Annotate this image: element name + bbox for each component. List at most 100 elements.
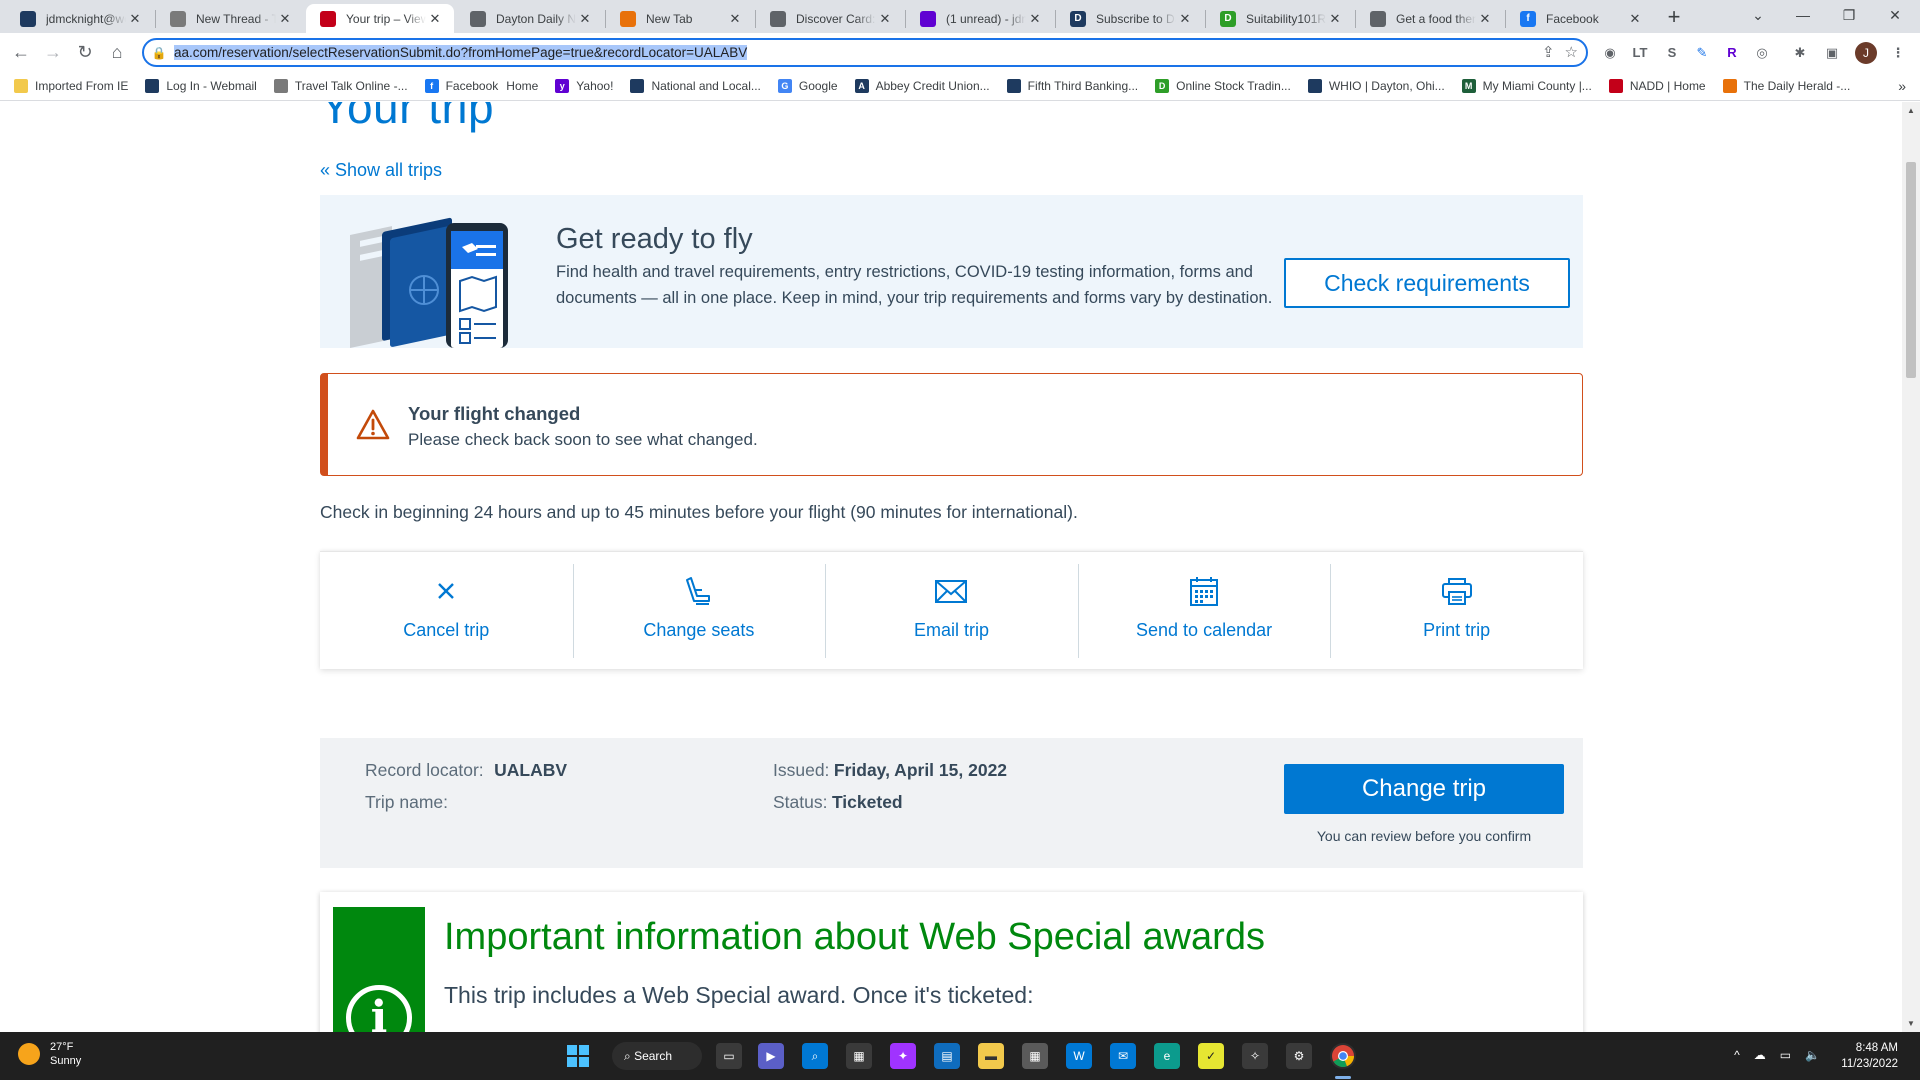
bookmark-item[interactable]: Home (506, 79, 538, 93)
sticky-notes-icon[interactable]: ✓ (1198, 1043, 1224, 1069)
print-trip-label: Print trip (1423, 620, 1491, 640)
windows-start-icon[interactable] (564, 1042, 592, 1070)
share-icon[interactable]: ⇪ (1542, 43, 1555, 61)
profile-avatar[interactable]: J (1855, 42, 1877, 64)
calculator-icon[interactable]: ▦ (1022, 1043, 1048, 1069)
show-all-trips-link[interactable]: « Show all trips (320, 160, 442, 181)
weather-widget[interactable]: 27°F Sunny (18, 1040, 81, 1068)
task-view-icon[interactable]: ▭ (716, 1043, 742, 1069)
tab-close-icon[interactable]: ✕ (1026, 11, 1044, 27)
word-icon[interactable]: W (1066, 1043, 1092, 1069)
tab-close-icon[interactable]: ✕ (726, 11, 744, 27)
change-trip-button[interactable]: Change trip (1284, 764, 1564, 814)
extension-s-icon[interactable]: S (1662, 43, 1682, 63)
tab-close-icon[interactable]: ✕ (1176, 11, 1194, 27)
bookmark-item[interactable]: Log In - Webmail (145, 78, 257, 93)
browser-tab[interactable]: Dayton Daily Ne ✕ (456, 4, 604, 33)
extension-adblock-icon[interactable]: ◉ (1600, 43, 1620, 63)
browser-tab[interactable]: (1 unread) - jdm ✕ (906, 4, 1054, 33)
reload-icon[interactable]: ↻ (72, 39, 98, 65)
zoom-search-icon[interactable]: ⌕ (802, 1043, 828, 1069)
mail-icon[interactable]: ✉ (1110, 1043, 1136, 1069)
back-arrow-icon[interactable]: ← (8, 39, 34, 65)
extension-ghost-icon[interactable]: ◎ (1752, 43, 1772, 63)
tab-close-icon[interactable]: ✕ (1626, 11, 1644, 27)
menu-kebab-icon[interactable]: ⋮ (1888, 43, 1908, 63)
network-icon[interactable]: ▭ (1780, 1048, 1791, 1062)
bookmark-item[interactable]: The Daily Herald -... (1722, 78, 1850, 93)
tab-close-icon[interactable]: ✕ (876, 11, 894, 27)
tray-chevron-up-icon[interactable]: ^ (1734, 1048, 1740, 1062)
change-seats-action[interactable]: Change seats (572, 552, 826, 669)
taskbar-clock[interactable]: 8:48 AM 11/23/2022 (1841, 1040, 1898, 1072)
scroll-down-arrow-icon[interactable]: ▼ (1902, 1019, 1920, 1028)
tab-close-icon[interactable]: ✕ (1326, 11, 1344, 27)
browser-tab[interactable]: Your trip – View ✕ (306, 4, 454, 33)
tab-close-icon[interactable]: ✕ (576, 11, 594, 27)
address-bar[interactable]: 🔒 aa.com/reservation/selectReservationSu… (142, 38, 1588, 67)
teams-icon[interactable]: ▶ (758, 1043, 784, 1069)
browser-tab[interactable]: f Facebook ✕ (1506, 4, 1654, 33)
browser-tab[interactable]: jdmcknight@wo ✕ (6, 4, 154, 33)
bookmark-item[interactable]: WHIO | Dayton, Ohi... (1307, 78, 1445, 93)
url-text[interactable]: aa.com/reservation/selectReservationSubm… (174, 45, 748, 60)
taskbar-search[interactable]: ⌕ Search (612, 1042, 702, 1070)
photos-icon[interactable]: ✧ (1242, 1043, 1268, 1069)
send-to-calendar-action[interactable]: Send to calendar (1077, 552, 1331, 669)
bookmark-item[interactable]: D Online Stock Tradin... (1155, 78, 1291, 93)
browser-tab[interactable]: New Tab ✕ (606, 4, 754, 33)
chrome-icon[interactable] (1330, 1043, 1356, 1069)
tab-search-chevron-icon[interactable]: ⌄ (1735, 0, 1781, 33)
app-icon[interactable]: ▤ (934, 1043, 960, 1069)
bookmark-item[interactable]: f Facebook (424, 78, 498, 93)
tab-close-icon[interactable]: ✕ (1476, 11, 1494, 27)
status-label: Status: (773, 792, 828, 812)
bookmark-item[interactable]: A Abbey Credit Union... (854, 78, 990, 93)
browser-tab[interactable]: D Subscribe to Da ✕ (1056, 4, 1204, 33)
file-explorer-icon[interactable]: ▬ (978, 1043, 1004, 1069)
cancel-trip-action[interactable]: Cancel trip (320, 552, 573, 669)
email-trip-action[interactable]: Email trip (825, 552, 1078, 669)
bookmark-item[interactable]: Imported From IE (14, 78, 128, 93)
bookmark-star-icon[interactable]: ☆ (1565, 43, 1578, 61)
tab-close-icon[interactable]: ✕ (426, 11, 444, 27)
restore-button[interactable]: ❐ (1826, 0, 1872, 33)
volume-icon[interactable]: 🔈 (1805, 1048, 1820, 1062)
bookmark-item[interactable]: G Google (777, 78, 838, 93)
check-requirements-button[interactable]: Check requirements (1284, 258, 1570, 308)
minimize-button[interactable]: — (1780, 0, 1826, 33)
forward-arrow-icon[interactable]: → (40, 39, 66, 65)
extension-pen-icon[interactable]: ✎ (1692, 43, 1712, 63)
browser-tab[interactable]: Get a food then ✕ (1356, 4, 1504, 33)
messenger-icon[interactable]: ✦ (890, 1043, 916, 1069)
bookmark-item[interactable]: M My Miami County |... (1461, 78, 1592, 93)
side-panel-icon[interactable]: ▣ (1822, 43, 1842, 63)
browser-tab[interactable]: D Suitability101Re ✕ (1206, 4, 1354, 33)
tab-close-icon[interactable]: ✕ (126, 11, 144, 27)
scroll-up-arrow-icon[interactable]: ▲ (1902, 106, 1920, 115)
page-scrollbar[interactable]: ▲ ▼ (1902, 102, 1920, 1032)
bookmark-item[interactable]: National and Local... (630, 78, 761, 93)
bookmark-item[interactable]: Travel Talk Online -... (273, 78, 408, 93)
edge-icon[interactable]: e (1154, 1043, 1180, 1069)
extension-r-icon[interactable]: R (1722, 43, 1742, 63)
bookmark-item[interactable]: y Yahoo! (555, 78, 613, 93)
browser-tab[interactable]: Discover Card: S✕ (756, 4, 904, 33)
bookmark-item[interactable]: NADD | Home (1608, 78, 1706, 93)
extensions-puzzle-icon[interactable]: ✱ (1790, 43, 1810, 63)
close-window-button[interactable]: ✕ (1872, 0, 1918, 33)
bookmarks-overflow-icon[interactable]: » (1898, 78, 1906, 94)
browser-tab[interactable]: New Thread - Tr ✕ (156, 4, 304, 33)
store-icon[interactable]: ▦ (846, 1043, 872, 1069)
settings-gear-icon[interactable]: ⚙ (1286, 1043, 1312, 1069)
scrollbar-thumb[interactable] (1906, 162, 1916, 378)
print-trip-action[interactable]: Print trip (1330, 552, 1583, 669)
extension-lt-icon[interactable]: LT (1630, 43, 1650, 63)
home-icon[interactable]: ⌂ (104, 39, 130, 65)
tab-favicon-icon: D (1070, 10, 1086, 27)
new-tab-button[interactable]: + (1660, 4, 1688, 32)
onedrive-cloud-icon[interactable]: ☁ (1754, 1048, 1766, 1062)
lock-icon[interactable]: 🔒 (144, 46, 174, 60)
tab-close-icon[interactable]: ✕ (276, 11, 294, 27)
bookmark-item[interactable]: Fifth Third Banking... (1006, 78, 1138, 93)
